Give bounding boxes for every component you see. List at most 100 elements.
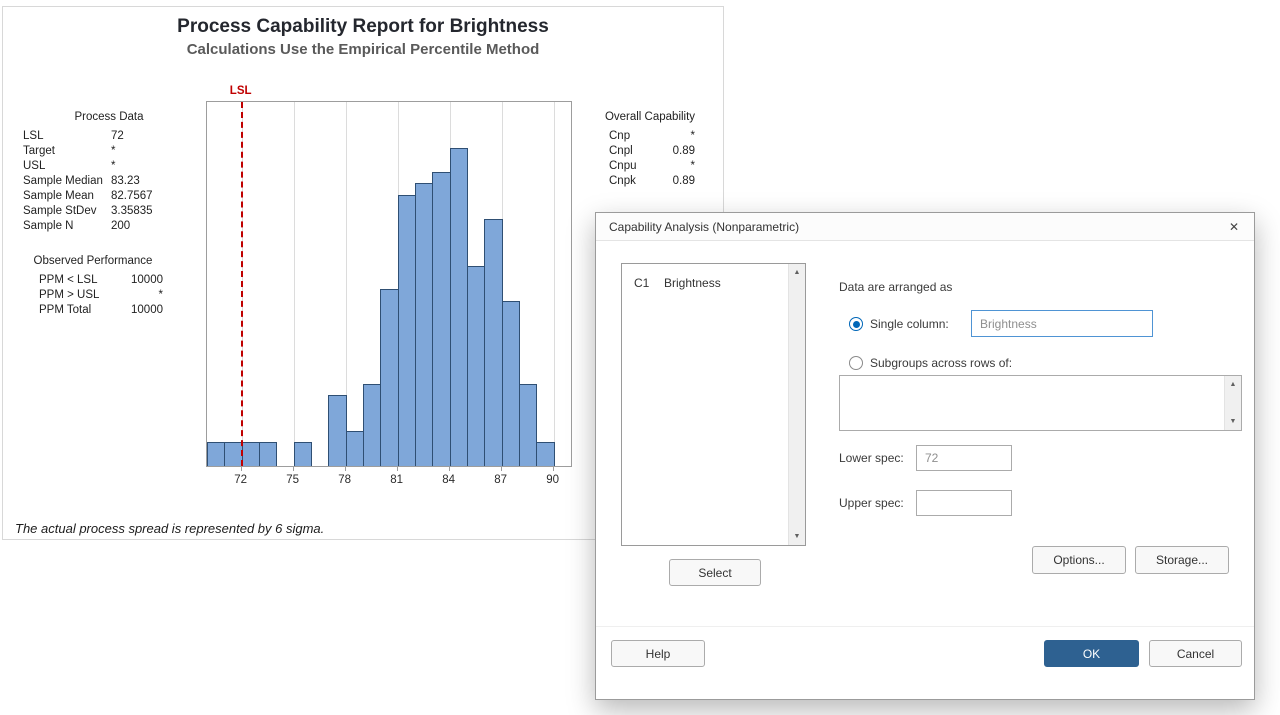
scroll-down-icon[interactable]: ▼ xyxy=(789,528,805,545)
footer-divider xyxy=(596,626,1254,627)
scroll-up-icon[interactable]: ▲ xyxy=(1225,376,1241,393)
close-icon: ✕ xyxy=(1229,220,1239,234)
histogram-bar xyxy=(363,384,381,466)
stat-row: PPM > USL* xyxy=(23,288,163,303)
histogram-bar xyxy=(519,384,537,466)
histogram-bar xyxy=(242,442,260,466)
stat-value: 3.35835 xyxy=(111,204,153,219)
stat-value: 82.7567 xyxy=(111,189,153,204)
help-button[interactable]: Help xyxy=(611,640,705,667)
report-footnote: The actual process spread is represented… xyxy=(15,521,324,536)
select-button[interactable]: Select xyxy=(669,559,761,586)
tick-label: 90 xyxy=(546,474,559,486)
single-column-radio[interactable] xyxy=(849,317,863,331)
stat-value: * xyxy=(111,144,115,159)
tick-mark xyxy=(449,467,450,471)
subgroups-box: ▲ ▼ xyxy=(839,375,1242,431)
ok-button[interactable]: OK xyxy=(1044,640,1139,667)
capability-analysis-dialog: Capability Analysis (Nonparametric) ✕ C1… xyxy=(595,212,1255,700)
tick-label: 84 xyxy=(442,474,455,486)
storage-button[interactable]: Storage... xyxy=(1135,546,1229,574)
tick-mark xyxy=(293,467,294,471)
scrollbar-track[interactable] xyxy=(1225,393,1241,413)
x-axis: 72757881848790 xyxy=(206,467,572,491)
histogram-bar xyxy=(484,219,502,466)
stat-row: PPM < LSL10000 xyxy=(23,273,163,288)
lsl-annotation: LSL xyxy=(230,85,252,97)
columns-list: C1Brightness xyxy=(622,264,805,290)
tick-label: 87 xyxy=(494,474,507,486)
stat-row: Target* xyxy=(23,144,195,159)
histogram-bar xyxy=(346,431,364,466)
report-title: Process Capability Report for Brightness xyxy=(3,16,723,38)
observed-performance-rows: PPM < LSL10000PPM > USL*PPM Total10000 xyxy=(23,273,163,318)
stat-label: Target xyxy=(23,144,111,159)
desktop: Process Capability Report for Brightness… xyxy=(0,0,1280,715)
stat-value: 200 xyxy=(111,219,130,234)
histogram-bar xyxy=(415,183,433,466)
subgroups-label: Subgroups across rows of: xyxy=(870,356,1012,370)
dialog-titlebar[interactable]: Capability Analysis (Nonparametric) xyxy=(596,213,1254,241)
scroll-up-icon[interactable]: ▲ xyxy=(789,264,805,281)
spec-limit-line xyxy=(241,102,243,466)
upper-spec-label: Upper spec: xyxy=(839,496,904,510)
lower-spec-label: Lower spec: xyxy=(839,451,904,465)
subgroups-radio[interactable] xyxy=(849,356,863,370)
histogram-bar xyxy=(536,442,554,466)
stat-row: Sample N200 xyxy=(23,219,195,234)
histogram-bar xyxy=(294,442,312,466)
columns-listbox[interactable]: C1Brightness ▲ ▼ xyxy=(621,263,806,546)
stat-label: PPM < LSL xyxy=(39,273,98,288)
stat-value: * xyxy=(637,159,696,174)
histogram-bar xyxy=(502,301,520,466)
list-item[interactable]: C1Brightness xyxy=(622,264,805,290)
stat-value: 0.89 xyxy=(636,174,695,189)
overall-capability-rows: Cnp*Cnpl0.89Cnpu*Cnpk0.89 xyxy=(599,129,701,189)
scroll-down-icon[interactable]: ▼ xyxy=(1225,413,1241,430)
tick-mark xyxy=(397,467,398,471)
single-column-label: Single column: xyxy=(870,317,949,331)
arranged-label: Data are arranged as xyxy=(839,280,952,294)
close-button[interactable]: ✕ xyxy=(1214,213,1254,240)
stat-label: Cnpk xyxy=(609,174,636,189)
stat-row: Sample Median83.23 xyxy=(23,174,195,189)
histogram-bar xyxy=(467,266,485,466)
cancel-button[interactable]: Cancel xyxy=(1149,640,1242,667)
histogram-bar xyxy=(432,172,450,466)
histogram-bar xyxy=(450,148,468,466)
overall-capability-panel: Overall Capability Cnp*Cnpl0.89Cnpu*Cnpk… xyxy=(599,111,701,189)
listbox-scrollbar[interactable]: ▲ ▼ xyxy=(788,264,805,545)
single-column-input[interactable] xyxy=(971,310,1153,337)
subgroups-scrollbar[interactable]: ▲ ▼ xyxy=(1224,376,1241,430)
stat-label: PPM Total xyxy=(39,303,91,318)
tick-label: 81 xyxy=(390,474,403,486)
column-id: C1 xyxy=(634,276,664,290)
lower-spec-input[interactable] xyxy=(916,445,1012,471)
stat-row: USL* xyxy=(23,159,195,174)
histogram-bar xyxy=(207,442,225,466)
stat-value: 83.23 xyxy=(111,174,140,189)
report-subtitle: Calculations Use the Empirical Percentil… xyxy=(3,41,723,58)
tick-mark xyxy=(501,467,502,471)
observed-performance-panel: Observed Performance PPM < LSL10000PPM >… xyxy=(23,255,163,318)
stat-value: * xyxy=(111,159,115,174)
stat-label: Cnpl xyxy=(609,144,633,159)
upper-spec-input[interactable] xyxy=(916,490,1012,516)
observed-performance-header: Observed Performance xyxy=(23,255,163,267)
options-button[interactable]: Options... xyxy=(1032,546,1126,574)
stat-value: 10000 xyxy=(91,303,163,318)
dialog-title: Capability Analysis (Nonparametric) xyxy=(596,220,799,234)
stat-label: Cnpu xyxy=(609,159,637,174)
stat-label: Cnp xyxy=(609,129,630,144)
process-data-header: Process Data xyxy=(23,111,195,123)
tick-mark xyxy=(241,467,242,471)
stat-label: LSL xyxy=(23,129,111,144)
tick-mark xyxy=(345,467,346,471)
histogram-plot xyxy=(206,101,572,467)
process-data-panel: Process Data LSL72Target*USL*Sample Medi… xyxy=(23,111,195,234)
subgroups-input[interactable] xyxy=(840,376,1223,430)
histogram-bar xyxy=(328,395,346,466)
histogram-bar xyxy=(380,289,398,466)
scrollbar-track[interactable] xyxy=(789,281,805,528)
column-name: Brightness xyxy=(664,276,721,290)
